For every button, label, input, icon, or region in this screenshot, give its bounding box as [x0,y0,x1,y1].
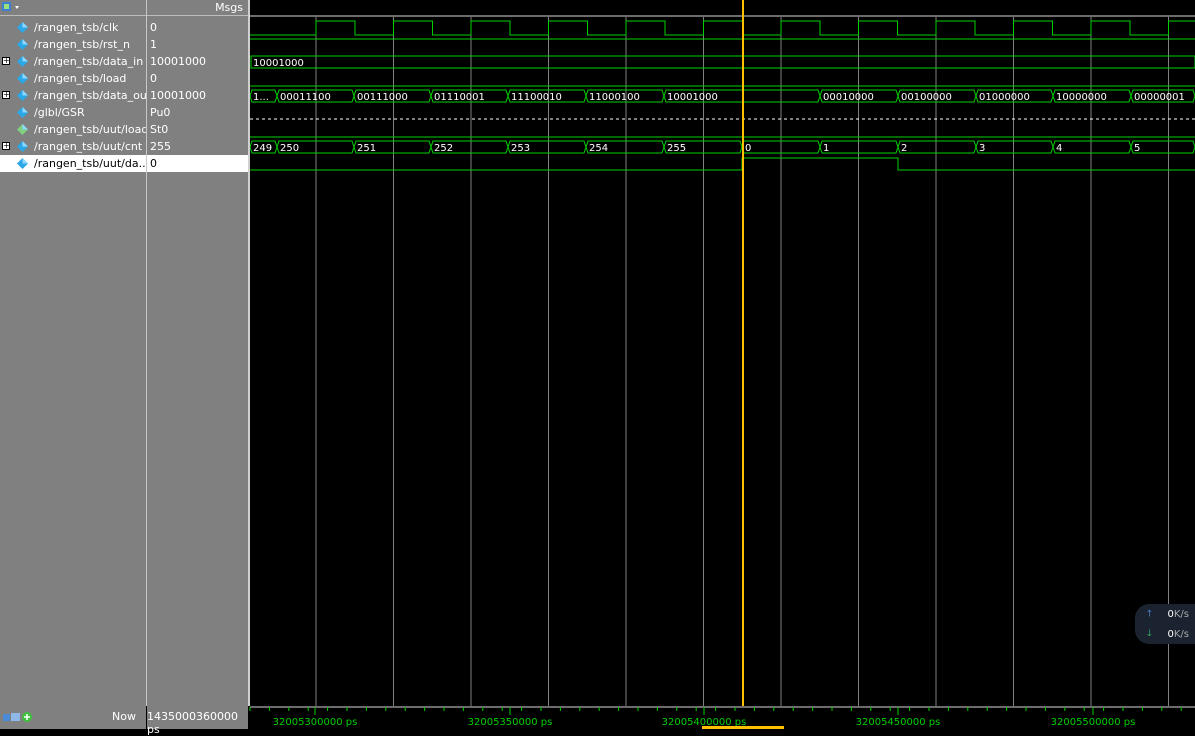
uut-data-wave [250,157,1195,171]
data-out-label: 00100000 [901,92,952,103]
signal-icon [17,73,28,84]
value-pane-header: Msgs [147,0,248,16]
msgs-label: Msgs [215,1,243,14]
signal-value: 10001000 [150,55,206,68]
download-arrow-icon: 🡓 [1147,629,1152,639]
axis-tick-label: 32005300000 ps [273,717,358,728]
data-out-label: 10000000 [1056,92,1107,103]
now-label-cell: Now [0,706,146,729]
signal-row[interactable]: + /rangen_tsb/data_out [0,87,151,104]
signal-icon [17,90,28,101]
cnt-label: 1 [823,143,829,154]
signal-value: 0 [150,21,157,34]
data-in-wave [250,55,1195,69]
now-value-cell: 1435000360000 ps [147,706,248,736]
data-out-label: 10001000 [667,92,718,103]
signal-icon [17,56,28,67]
upload-speed: 0K/s [1167,609,1189,620]
data-out-label: 01000000 [979,92,1030,103]
cnt-label: 251 [357,143,376,154]
cnt-label: 2 [901,143,907,154]
signal-name: /glbl/GSR [34,106,85,119]
signal-value: St0 [150,123,169,136]
signal-row[interactable]: + /rangen_tsb/uut/cnt [0,138,146,155]
signal-value: 0 [147,155,248,172]
signal-icon [17,39,28,50]
expand-icon[interactable]: + [2,57,10,65]
signal-name: /rangen_tsb/uut/cnt [34,140,143,153]
signal-row[interactable]: /rangen_tsb/rst_n [0,36,146,53]
cnt-segment [1052,140,1132,154]
data-in-label: 10001000 [253,58,304,69]
signal-row[interactable]: /rangen_tsb/load [0,70,146,87]
axis-tick-label: 32005350000 ps [468,717,553,728]
network-speed-widget: 🡑 0K/s 🡓 0K/s [1135,604,1195,644]
signal-name: /rangen_tsb/uut/load [34,123,149,136]
data-out-label: 11100010 [511,92,562,103]
expand-icon[interactable]: + [2,142,10,150]
signal-icon [17,124,28,135]
signal-name: /rangen_tsb/rst_n [34,38,130,51]
data-out-label: 1... [253,92,269,103]
signal-name-pane: /rangen_tsb/clk/rangen_tsb/rst_n + /rangen… [0,0,151,729]
data-out-label: 00010000 [823,92,874,103]
status-icons [3,712,32,722]
signal-value: 0 [150,72,157,85]
cnt-label: 4 [1056,143,1062,154]
signal-value: Pu0 [150,106,171,119]
signal-value-pane: Msgs 0 1 10001000 0 10001000 Pu0 St0 255 0 [147,0,248,729]
signal-row[interactable]: /glbl/GSR [0,104,146,121]
signal-icon [17,141,28,152]
data-out-label: 00111000 [357,92,408,103]
signal-value: 1 [150,38,157,51]
signal-name: /rangen_tsb/data_out [34,89,152,102]
cnt-segment [975,140,1054,154]
data-out-label: 00000001 [1134,92,1185,103]
cnt-segment [1130,140,1195,154]
cnt-label: 252 [434,143,453,154]
axis-tick-label: 32005500000 ps [1051,717,1136,728]
data-out-label: 11000100 [589,92,640,103]
signal-name: /rangen_tsb/load [34,72,127,85]
upload-arrow-icon: 🡑 [1147,609,1152,619]
signal-icon [17,22,28,33]
cnt-label: 249 [253,143,272,154]
cnt-segment [897,140,977,154]
cnt-label: 254 [589,143,608,154]
cnt-label: 0 [745,143,751,154]
toolbar-dropdown-icon[interactable] [1,1,21,14]
signal-row[interactable]: + /rangen_tsb/data_in [0,53,146,70]
cnt-label: 5 [1134,143,1140,154]
signal-icon [17,107,28,118]
signal-value: 255 [150,140,171,153]
data-out-label: 00011100 [280,92,331,103]
signal-row[interactable]: /rangen_tsb/clk [0,19,146,36]
now-value: 1435000360000 ps [147,710,238,736]
cnt-label: 250 [280,143,299,154]
name-pane-header [0,0,146,16]
signal-value: 10001000 [150,89,206,102]
waveform-pane[interactable]: 10001000 1... 00011100 00111000 01110001 1110… [250,0,1195,706]
signal-row[interactable]: /rangen_tsb/uut/load [0,121,149,138]
signal-name: /rangen_tsb/data_in [34,55,144,68]
signal-name: /rangen_tsb/uut/da... [34,157,150,170]
axis-tick-label: 32005450000 ps [856,717,941,728]
signal-row[interactable]: /rangen_tsb/uut/da... [0,155,150,172]
download-speed: 0K/s [1167,629,1189,640]
now-label: Now [112,710,136,723]
expand-icon[interactable]: + [2,91,10,99]
clk-wave [250,20,1195,36]
cnt-label: 3 [979,143,985,154]
signal-name: /rangen_tsb/clk [34,21,119,34]
data-out-label: 01110001 [434,92,485,103]
cnt-label: 255 [667,143,686,154]
cnt-label: 253 [511,143,530,154]
signal-icon [17,158,28,169]
